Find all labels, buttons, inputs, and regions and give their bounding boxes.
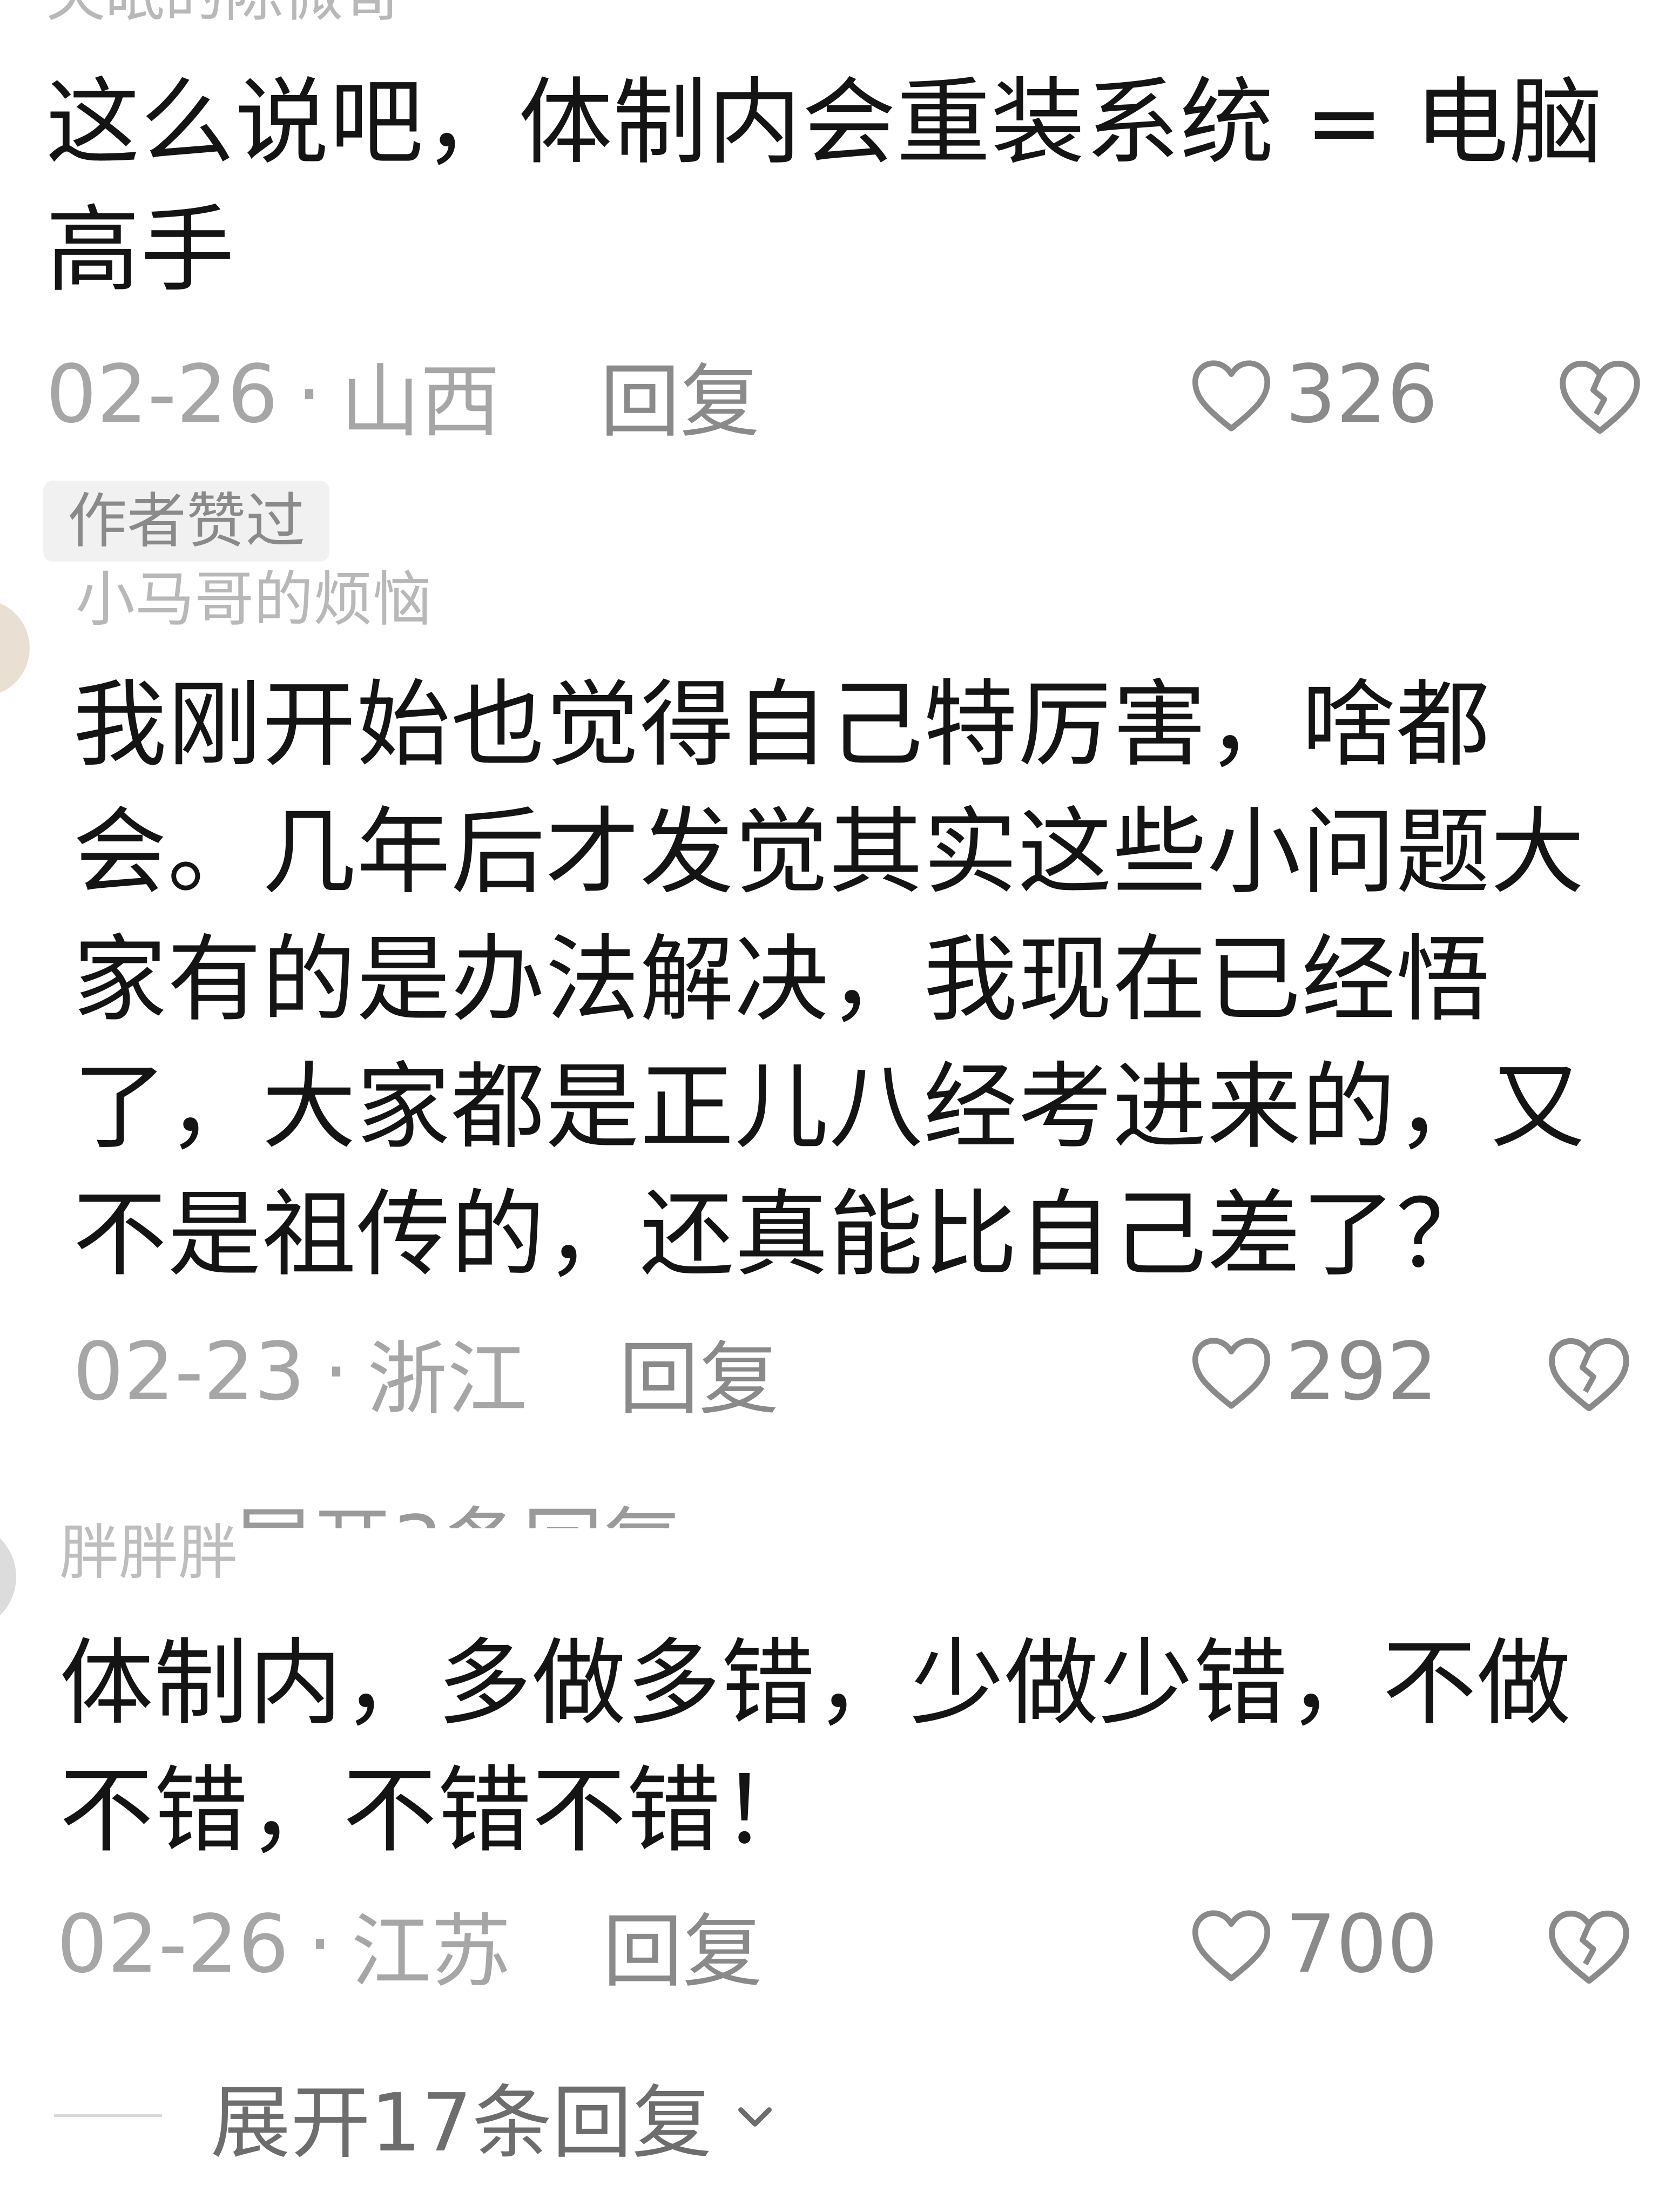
heart-outline-icon — [1192, 1338, 1270, 1409]
comment-3-meta: 02-26 · 江苏 回复 — [57, 1898, 763, 1998]
reply-button[interactable]: 回复 — [619, 1314, 779, 1430]
heart-outline-icon — [1192, 1910, 1270, 1981]
comment-location: 浙江 — [367, 1332, 528, 1426]
separator-dot: · — [296, 348, 322, 441]
expand-replies-button[interactable]: 展开3条回复 — [232, 1480, 750, 1528]
comment-2-username[interactable]: 小马哥的烦恼 — [76, 567, 432, 632]
avatar[interactable] — [0, 599, 30, 697]
like-count: 700 — [1285, 1898, 1438, 1991]
separator-dot: · — [307, 1898, 333, 1991]
separator-dot: · — [323, 1325, 349, 1418]
reply-button[interactable]: 回复 — [600, 336, 760, 453]
like-button[interactable]: 292 — [1188, 1325, 1438, 1418]
chevron-down-icon — [738, 2107, 772, 2127]
comment-date: 02-23 — [73, 1325, 306, 1418]
expand-replies-partial-clip: 展开3条回复 — [0, 1480, 1659, 1528]
comment-date: 02-26 — [46, 348, 279, 441]
expand-label: 展开3条回复 — [232, 1480, 683, 1528]
comment-3-text: 体制内，多做多错，少做少错，不做不错，不错不错！ — [59, 1629, 1572, 1866]
like-button[interactable]: 326 — [1188, 348, 1438, 441]
comment-1-meta: 02-26 · 山西 回复 — [46, 348, 760, 448]
broken-heart-icon[interactable] — [1555, 354, 1644, 437]
comment-location: 江苏 — [351, 1905, 511, 1998]
like-count: 326 — [1285, 348, 1438, 441]
comment-2-meta: 02-23 · 浙江 回复 — [73, 1325, 779, 1426]
comment-date: 02-26 — [57, 1898, 289, 1991]
broken-heart-icon[interactable] — [1545, 1331, 1634, 1415]
reply-button[interactable]: 回复 — [603, 1886, 763, 2002]
heart-outline-icon — [1192, 360, 1270, 431]
expand-replies-button[interactable]: 展开17条回复 — [54, 2058, 779, 2174]
comment-1-username[interactable]: 失眠的陈微哥 — [46, 0, 402, 27]
expand-label: 展开17条回复 — [211, 2076, 712, 2169]
comment-location: 山西 — [340, 355, 501, 448]
broken-heart-icon[interactable] — [1545, 1904, 1634, 1987]
comment-1-text: 这么说吧，体制内会重装系统 = 电脑高手 — [46, 68, 1604, 305]
author-liked-badge: 作者赞过 — [43, 481, 329, 562]
avatar[interactable] — [0, 1523, 16, 1631]
chevron-down-icon — [702, 1514, 750, 1529]
comment-3-username[interactable]: 胖胖胖 — [59, 1520, 238, 1585]
comment-2-text: 我刚开始也觉得自己特厉害，啥都会。几年后才发觉其实这些小问题大家有的是办法解决，… — [73, 670, 1586, 1290]
like-button[interactable]: 700 — [1188, 1898, 1438, 1991]
like-count: 292 — [1285, 1325, 1438, 1418]
divider-line — [54, 2114, 162, 2117]
